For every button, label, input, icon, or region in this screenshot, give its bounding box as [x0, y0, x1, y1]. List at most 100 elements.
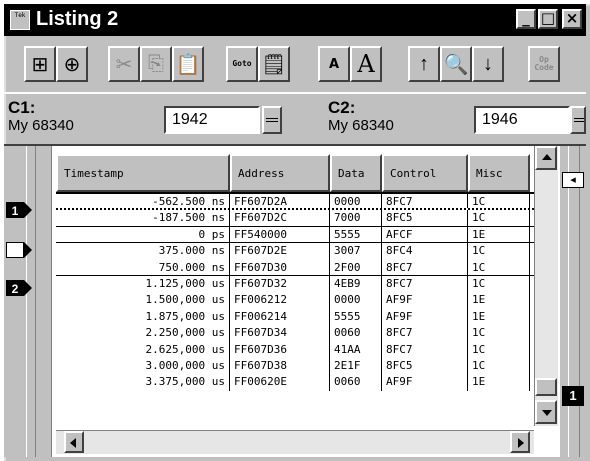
right-expand-marker-icon[interactable]: ◂ — [562, 172, 584, 188]
marker-1-arrow — [24, 202, 32, 218]
table-row[interactable]: 750.000 ns FF607D30 2F00 8FC7 1C — [56, 259, 534, 276]
gutter-track — [26, 146, 36, 457]
goto-icon: Goto — [232, 59, 252, 68]
vertical-scrollbar[interactable] — [534, 146, 558, 426]
column-header-address[interactable]: Address — [230, 154, 330, 192]
data-cell: 5555 — [330, 308, 382, 326]
paste-icon: 📋 — [175, 53, 201, 76]
scroll-down-button[interactable] — [535, 400, 557, 424]
marker-2-label: 2 — [6, 280, 24, 296]
font-larger-button[interactable]: A — [350, 46, 382, 82]
misc-cell: 1E — [468, 308, 530, 326]
control-cell: 8FC7 — [382, 341, 468, 358]
app-system-icon[interactable]: Tek — [10, 10, 30, 30]
table-row[interactable]: 2.625,000 us FF607D36 41AA 8FC7 1C — [56, 341, 534, 358]
table-row[interactable]: 0 ps FF540000 5555 AFCF 1E — [56, 226, 534, 244]
right-cursor-marker[interactable]: 1 — [562, 386, 584, 406]
copy-button[interactable]: ⎘ — [140, 46, 172, 82]
horizontal-scrollbar[interactable] — [56, 430, 534, 454]
misc-cell: 1C — [468, 275, 530, 293]
table-row[interactable]: -187.500 ns FF607D2C 7000 8FC5 1C — [56, 210, 534, 227]
data-cell: 3007 — [330, 243, 382, 260]
table-row[interactable]: 2.250,000 us FF607D34 0060 8FC7 1C — [56, 325, 534, 342]
misc-cell: 1C — [468, 259, 530, 275]
search-down-button[interactable]: ↓ — [472, 46, 504, 82]
data-cell: 2E1F — [330, 357, 382, 375]
data-cell: 2F00 — [330, 259, 382, 275]
data-cell: 0060 — [330, 325, 382, 342]
control-cell: AF9F — [382, 374, 468, 391]
properties-button[interactable]: 🗒 — [258, 46, 290, 82]
address-cell: FF607D30 — [230, 259, 330, 275]
control-cell: 8FC4 — [382, 243, 468, 260]
misc-cell: 1C — [468, 243, 530, 260]
table-row[interactable]: 1.500,000 us FF006212 0000 AF9F 1E — [56, 292, 534, 309]
cursor1-value-field[interactable]: 1942 — [164, 106, 260, 134]
cursor-marker-2[interactable]: 2 — [6, 280, 32, 296]
table-row[interactable]: 1.875,000 us FF006214 5555 AF9F 1E — [56, 308, 534, 326]
cursor2-label: C2: — [328, 98, 356, 117]
add-data-icon: ⊕ — [63, 53, 81, 76]
data-cell: 0060 — [330, 374, 382, 391]
table-row[interactable]: 375.000 ns FF607D2E 3007 8FC4 1C — [56, 243, 534, 260]
timestamp-cell: 3.375,000 us — [56, 374, 230, 391]
cursor1-spinner[interactable] — [262, 106, 282, 134]
arrow-up-icon: ↑ — [419, 52, 429, 75]
add-data-button[interactable]: ⊕ — [56, 46, 88, 82]
opcode-button[interactable]: Op Code — [528, 46, 560, 82]
timestamp-cell: 1.500,000 us — [56, 292, 230, 309]
address-cell: FF607D32 — [230, 275, 330, 293]
table-row[interactable]: 1.125,000 us FF607D32 4EB9 8FC7 1C — [56, 275, 534, 293]
scroll-right-button[interactable] — [510, 431, 530, 453]
small-a-icon: A — [328, 56, 340, 72]
opcode-icon: Op Code — [534, 55, 554, 72]
address-cell: FF607D38 — [230, 357, 330, 375]
control-cell: 8FC5 — [382, 210, 468, 226]
timestamp-cell: 2.250,000 us — [56, 325, 230, 342]
control-cell: 8FC7 — [382, 259, 468, 275]
binoculars-icon: 🔍 — [443, 53, 469, 76]
scroll-left-button[interactable] — [64, 431, 84, 453]
timestamp-cell: 750.000 ns — [56, 259, 230, 275]
close-button[interactable]: × — [562, 9, 582, 29]
scroll-up-button[interactable] — [535, 146, 557, 170]
paste-button[interactable]: 📋 — [172, 46, 204, 82]
cursor1-label: C1: — [8, 98, 36, 117]
misc-cell: 1C — [468, 341, 530, 358]
table-row[interactable]: -562.500 ns FF607D2A 0000 8FC7 1C — [56, 194, 534, 211]
trigger-marker-arrow — [24, 242, 32, 258]
control-cell: 8FC7 — [382, 275, 468, 293]
cursor-marker-1[interactable]: 1 — [6, 202, 32, 218]
cut-button[interactable]: ✂ — [108, 46, 140, 82]
column-header-data[interactable]: Data — [330, 154, 382, 192]
table-row[interactable]: 3.375,000 us FF00620E 0060 AF9F 1E — [56, 374, 534, 391]
column-header-timestamp[interactable]: Timestamp — [56, 154, 230, 192]
trigger-marker[interactable] — [6, 242, 32, 258]
title-bar[interactable]: Tek Listing 2 _ □ × — [4, 4, 586, 36]
maximize-button[interactable]: □ — [538, 9, 558, 29]
marker-2-arrow — [24, 280, 32, 296]
scroll-up-icon — [542, 154, 552, 160]
find-button[interactable]: 🔍 — [440, 46, 472, 82]
trigger-marker-box — [6, 242, 24, 258]
search-up-button[interactable]: ↑ — [408, 46, 440, 82]
marker-1-label: 1 — [6, 202, 24, 218]
large-a-icon: A — [357, 50, 375, 78]
column-header-misc[interactable]: Misc — [468, 154, 530, 192]
misc-cell: 1E — [468, 374, 530, 391]
font-smaller-button[interactable]: A — [318, 46, 350, 82]
column-header-control[interactable]: Control — [382, 154, 468, 192]
goto-button[interactable]: Goto — [226, 46, 258, 82]
table-row[interactable]: 3.000,000 us FF607D38 2E1F 8FC5 1C — [56, 357, 534, 375]
listing-area: 1 2 Timestamp Address Data Control Misc … — [4, 144, 586, 457]
cursor1-source: My 68340 — [8, 117, 74, 134]
cursor2-spinner[interactable] — [570, 106, 586, 134]
cursor2-value-field[interactable]: 1946 — [474, 106, 570, 134]
vertical-scroll-thumb[interactable] — [535, 378, 557, 396]
add-column-button[interactable]: ⊞ — [24, 46, 56, 82]
arrow-down-icon: ↓ — [483, 52, 493, 75]
control-cell: AFCF — [382, 226, 468, 243]
left-marker-gutter: 1 2 — [4, 146, 52, 457]
right-gutter-track — [568, 146, 580, 457]
minimize-button[interactable]: _ — [516, 9, 536, 29]
